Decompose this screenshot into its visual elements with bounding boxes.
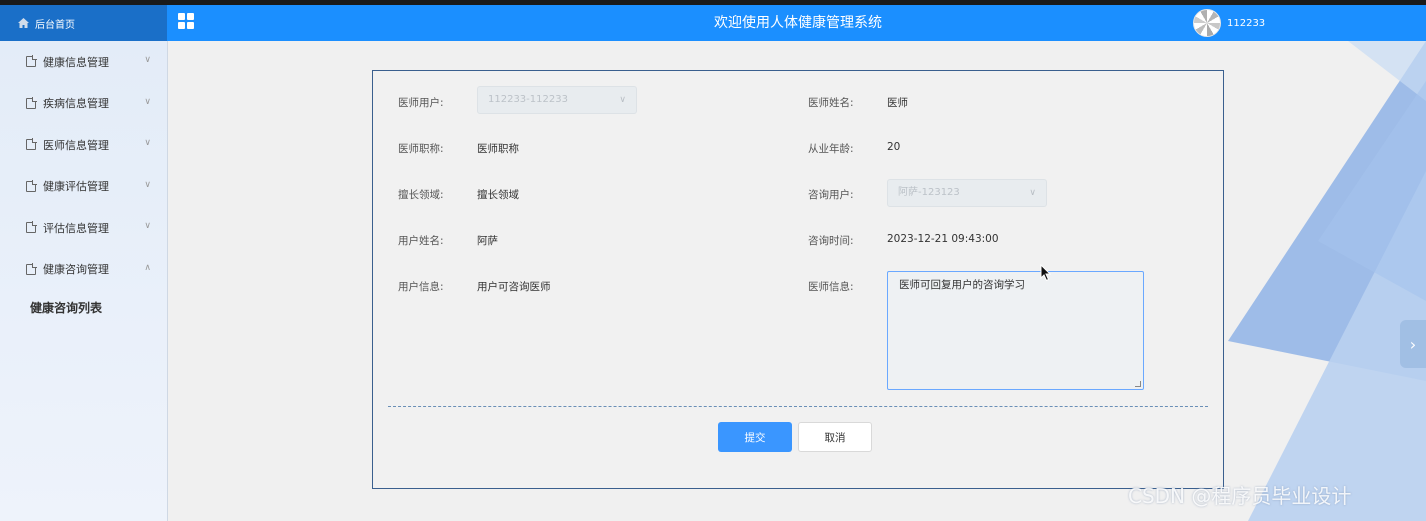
- cancel-button[interactable]: 取消: [798, 422, 872, 452]
- consult-user-select[interactable]: 阿萨-123123 ∨: [887, 179, 1047, 207]
- chevron-up-icon: ∧: [144, 262, 151, 273]
- home-label: 后台首页: [35, 19, 75, 31]
- chevron-down-icon: ∨: [144, 221, 151, 231]
- sidebar-item-label: 健康信息管理: [43, 55, 109, 69]
- username: 112233: [1227, 17, 1266, 29]
- sidebar-item-label: 医师信息管理: [43, 138, 109, 152]
- user-menu[interactable]: 112233: [1193, 8, 1265, 38]
- home-icon: [18, 18, 29, 28]
- doctor-user-label: 医师用户:: [398, 97, 444, 109]
- chevron-down-icon: ∨: [619, 95, 626, 105]
- consult-form: 医师用户: 112233-112233 ∨ 医师姓名: 医师 医师职称: 医师职…: [372, 70, 1224, 489]
- sidebar-item-doctor-info[interactable]: 医师信息管理 ∨: [0, 124, 167, 166]
- years-value: 20: [887, 141, 901, 153]
- mouse-cursor-icon: [1040, 264, 1052, 282]
- document-icon: [26, 221, 37, 234]
- document-icon: [26, 138, 37, 151]
- watermark: CSDN @程序员毕业设计: [1128, 484, 1352, 508]
- doctor-info-value: 医师可回复用户的咨询学习: [899, 279, 1025, 291]
- sidebar-item-health-info[interactable]: 健康信息管理 ∨: [0, 41, 167, 83]
- chevron-down-icon: ∨: [144, 138, 151, 148]
- sidebar-item-disease-info[interactable]: 疾病信息管理 ∨: [0, 83, 167, 125]
- chevron-down-icon: ∨: [144, 96, 151, 107]
- doctor-user-value: 112233-112233: [488, 94, 568, 105]
- sidebar-item-label: 健康评估管理: [43, 180, 109, 194]
- doctor-user-select[interactable]: 112233-112233 ∨: [477, 86, 637, 114]
- chevron-right-icon[interactable]: ›: [1400, 320, 1426, 368]
- consult-time-value: 2023-12-21 09:43:00: [887, 233, 999, 245]
- document-icon: [26, 262, 37, 275]
- user-info-label: 用户信息:: [398, 281, 444, 293]
- doctor-info-textarea[interactable]: 医师可回复用户的咨询学习: [887, 271, 1144, 390]
- document-icon: [26, 55, 37, 68]
- consult-user-label: 咨询用户:: [808, 189, 854, 201]
- grid-icon[interactable]: [178, 13, 194, 29]
- document-icon: [26, 179, 37, 192]
- consult-user-value: 阿萨-123123: [898, 187, 960, 198]
- chevron-down-icon: ∨: [144, 179, 151, 190]
- sidebar-item-label: 疾病信息管理: [43, 97, 109, 111]
- form-divider: [388, 406, 1208, 407]
- sidebar-item-health-consult[interactable]: 健康咨询管理 ∧: [0, 249, 167, 291]
- specialty-value: 擅长领域: [477, 189, 519, 201]
- doctor-title-value: 医师职称: [477, 143, 519, 155]
- user-name-value: 阿萨: [477, 235, 498, 247]
- chevron-down-icon: ∨: [1029, 188, 1036, 198]
- years-label: 从业年龄:: [808, 143, 854, 155]
- doctor-name-value: 医师: [887, 97, 908, 109]
- top-header: 后台首页 欢迎使用人体健康管理系统 112233: [0, 5, 1426, 41]
- sidebar-item-assessment-info[interactable]: 评估信息管理 ∨: [0, 207, 167, 249]
- sidebar-item-label: 健康咨询管理: [43, 263, 109, 277]
- doctor-title-label: 医师职称:: [398, 143, 444, 155]
- consult-time-label: 咨询时间:: [808, 235, 854, 247]
- sidebar-subitem-consult-list[interactable]: 健康咨询列表: [0, 290, 167, 326]
- user-info-value: 用户可咨询医师: [477, 281, 551, 293]
- document-icon: [26, 96, 37, 109]
- sidebar-item-label: 评估信息管理: [43, 221, 109, 235]
- home-link[interactable]: 后台首页: [0, 5, 167, 41]
- doctor-info-label: 医师信息:: [808, 281, 854, 293]
- chevron-down-icon: ∨: [144, 55, 151, 65]
- user-name-label: 用户姓名:: [398, 235, 444, 247]
- resize-handle-icon[interactable]: [1135, 381, 1141, 387]
- doctor-name-label: 医师姓名:: [808, 97, 854, 109]
- specialty-label: 擅长领域:: [398, 189, 444, 201]
- sidebar-item-health-assessment[interactable]: 健康评估管理 ∨: [0, 166, 167, 208]
- sidebar: 健康信息管理 ∨ 疾病信息管理 ∨ 医师信息管理 ∨ 健康评估管理 ∨ 评估信息…: [0, 41, 168, 521]
- submit-button[interactable]: 提交: [718, 422, 792, 452]
- avatar: [1193, 9, 1221, 37]
